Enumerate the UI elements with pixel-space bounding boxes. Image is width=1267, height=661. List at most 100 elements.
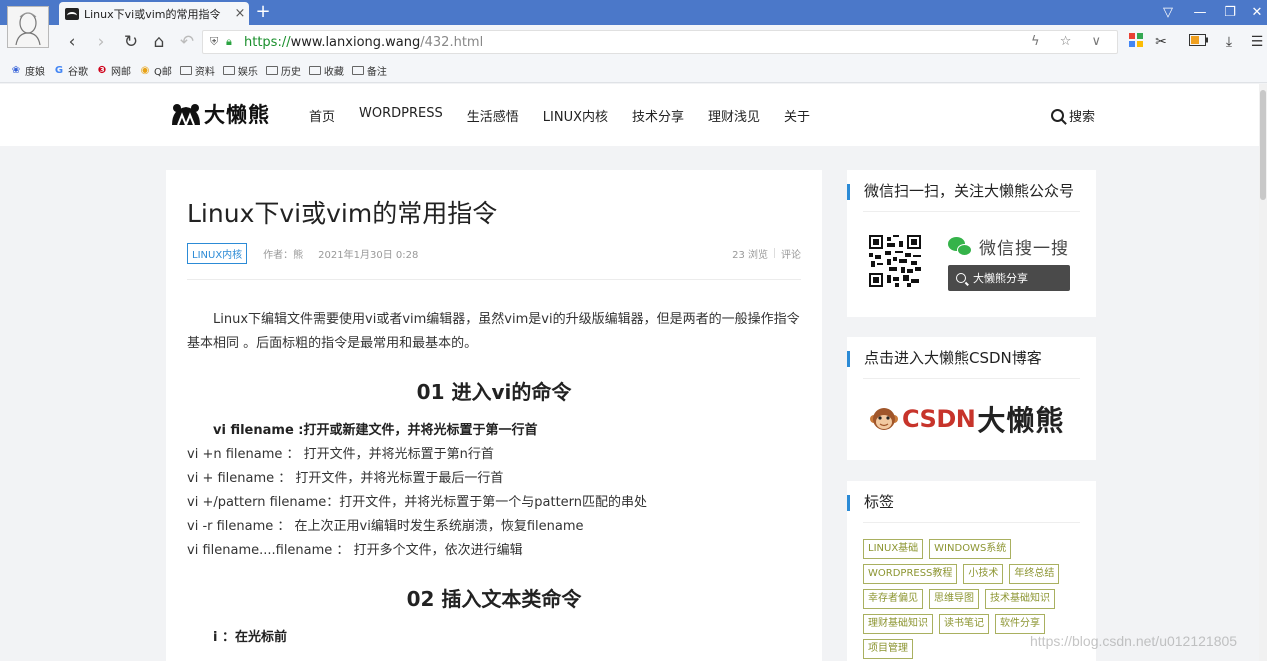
- new-tab-button[interactable]: +: [254, 3, 272, 21]
- home-button[interactable]: ⌂: [147, 30, 171, 54]
- bear-logo-icon: [172, 104, 200, 127]
- bookmark-folder[interactable]: 备注: [351, 63, 387, 78]
- tag-item[interactable]: 技术基础知识: [985, 589, 1055, 609]
- nav-item-wordpress[interactable]: WORDPRESS: [359, 106, 443, 125]
- forward-button[interactable]: ›: [89, 30, 113, 54]
- browser-tab[interactable]: Linux下vi或vim的常用指令 ×: [59, 2, 249, 25]
- apps-icon[interactable]: [1127, 33, 1145, 51]
- minimize-button[interactable]: —: [1185, 3, 1215, 23]
- widget-title: 标签: [847, 481, 1080, 523]
- bookmark-folder[interactable]: 资料: [179, 63, 215, 78]
- nav-item-home[interactable]: 首页: [309, 106, 335, 125]
- section-heading: 02 插入文本类命令: [406, 587, 582, 611]
- nav-item-about[interactable]: 关于: [784, 106, 810, 125]
- battery-icon[interactable]: [1188, 33, 1210, 51]
- bookmark-folder[interactable]: 收藏: [308, 63, 344, 78]
- browser-menu-icon[interactable]: ▽: [1153, 3, 1183, 23]
- monkey-icon: [870, 408, 898, 430]
- search-button[interactable]: 搜索: [1051, 106, 1095, 125]
- nav-item-life[interactable]: 生活感悟: [467, 106, 519, 125]
- avatar-sketch-icon: [15, 12, 41, 45]
- chrome-icon: ◉: [140, 64, 150, 76]
- site-logo[interactable]: 大懒熊: [170, 99, 270, 129]
- qr-code-icon[interactable]: [869, 235, 921, 287]
- user-avatar[interactable]: [7, 6, 49, 48]
- bookmark-item[interactable]: ❀ 度娘: [10, 63, 45, 79]
- bookmark-item[interactable]: ❸ 网邮: [96, 63, 131, 79]
- article-meta: LINUX内核 作者：熊 2021年1月30日 0:28 23 浏览 评论: [187, 242, 801, 264]
- back-button[interactable]: ‹: [60, 30, 84, 54]
- bookmark-item[interactable]: ◉ Q邮: [139, 63, 172, 79]
- command-line: vi filename....filename ： 打开多个文件，依次进行编辑: [187, 543, 523, 558]
- folder-icon: [265, 66, 278, 75]
- tab-close-icon[interactable]: ×: [231, 6, 249, 21]
- paw-icon: ❀: [11, 64, 21, 76]
- tag-item[interactable]: 幸存者偏见: [863, 589, 923, 609]
- nav-item-linux[interactable]: LINUX内核: [543, 106, 608, 125]
- mail-icon: ❸: [97, 64, 107, 76]
- google-icon: G: [54, 64, 64, 76]
- view-count: 23 浏览: [732, 249, 768, 261]
- bookmark-item[interactable]: G 谷歌: [53, 63, 88, 79]
- folder-icon: [351, 66, 364, 75]
- undo-close-tab-button[interactable]: ↶: [175, 30, 199, 54]
- wechat-widget: 微信扫一扫，关注大懒熊公众号 微信搜一搜 大懒熊分享: [847, 170, 1096, 317]
- article-card: Linux下vi或vim的常用指令 LINUX内核 作者：熊 2021年1月30…: [166, 170, 822, 661]
- scrollbar-thumb[interactable]: [1260, 90, 1266, 200]
- restore-button[interactable]: ❐: [1215, 3, 1245, 23]
- csdn-blogger-name: 大懒熊: [977, 404, 1065, 437]
- title-divider: [187, 279, 801, 280]
- csdn-widget: 点击进入大懒熊CSDN博客 CSDN 大懒熊: [847, 337, 1096, 460]
- download-icon[interactable]: ⤓: [1220, 33, 1238, 51]
- comments-link[interactable]: 评论: [781, 246, 801, 261]
- nav-item-finance[interactable]: 理财浅见: [708, 106, 760, 125]
- csdn-banner[interactable]: CSDN 大懒熊: [869, 399, 1064, 439]
- command-line: vi +/pattern filename：打开文件，并将光标置于第一个与pat…: [187, 495, 648, 510]
- shield-icon[interactable]: ⛨: [210, 35, 224, 49]
- search-icon: [1051, 109, 1064, 122]
- screenshot-scissors-icon[interactable]: ✂: [1152, 33, 1170, 51]
- browser-titlebar: Linux下vi或vim的常用指令 × + ▽ — ❐ ✕: [0, 0, 1267, 25]
- command-line: vi +n filename ： 打开文件，并将光标置于第n行首: [187, 447, 494, 462]
- site-header: 大懒熊 首页 WORDPRESS 生活感悟 LINUX内核 技术分享 理财浅见 …: [0, 84, 1267, 146]
- tag-item[interactable]: 年终总结: [1009, 564, 1060, 584]
- tag-item[interactable]: 软件分享: [995, 614, 1045, 634]
- main-nav: 首页 WORDPRESS 生活感悟 LINUX内核 技术分享 理财浅见 关于: [309, 106, 834, 125]
- wechat-icon: [948, 236, 972, 257]
- tag-item[interactable]: WORDPRESS教程: [863, 564, 958, 584]
- close-window-button[interactable]: ✕: [1242, 3, 1267, 23]
- command-line: vi -r filename ： 在上次正用vi编辑时发生系统崩溃，恢复file…: [187, 519, 584, 534]
- bookmark-folder[interactable]: 娱乐: [222, 63, 258, 78]
- url-actions-icons[interactable]: ϟ ☆ ∨: [1031, 34, 1109, 49]
- tag-item[interactable]: LINUX基础: [863, 539, 924, 559]
- folder-icon: [222, 66, 235, 75]
- meta-divider: [774, 248, 775, 258]
- menu-icon[interactable]: ☰: [1248, 33, 1266, 51]
- reload-button[interactable]: ↻: [119, 30, 143, 54]
- tag-item[interactable]: 读书笔记: [939, 614, 989, 634]
- search-icon: [956, 273, 966, 283]
- folder-icon: [308, 66, 321, 75]
- widget-title: 微信扫一扫，关注大懒熊公众号: [847, 170, 1080, 212]
- tag-item[interactable]: WINDOWS系统: [929, 539, 1012, 559]
- tag-item[interactable]: 理财基础知识: [863, 614, 933, 634]
- tag-item[interactable]: 思维导图: [929, 589, 979, 609]
- nav-item-tech[interactable]: 技术分享: [632, 106, 684, 125]
- wechat-search-box[interactable]: 大懒熊分享: [948, 265, 1070, 291]
- article-author: 作者：熊: [263, 249, 304, 261]
- tag-item[interactable]: 小技术: [963, 564, 1004, 584]
- command-line: vi + filename ： 打开文件，并将光标置于最后一行首: [187, 471, 504, 486]
- watermark: https://blog.csdn.net/u012121805: [1030, 633, 1238, 649]
- page-scrollbar[interactable]: [1259, 84, 1267, 661]
- tab-title: Linux下vi或vim的常用指令: [84, 7, 221, 21]
- command-bold: i ：在光标前: [213, 630, 287, 645]
- article-date: 2021年1月30日 0:28: [318, 249, 419, 261]
- address-bar[interactable]: ⛨ 🔒︎ https://www.lanxiong.wang/432.html …: [202, 30, 1118, 54]
- tag-item[interactable]: 项目管理: [863, 639, 913, 659]
- url-text[interactable]: https://www.lanxiong.wang/432.html: [244, 35, 483, 50]
- bookmark-folder[interactable]: 历史: [265, 63, 301, 78]
- category-badge[interactable]: LINUX内核: [187, 242, 248, 264]
- csdn-brand: CSDN: [902, 405, 976, 433]
- lock-icon[interactable]: 🔒︎: [226, 35, 238, 49]
- command-bold: vi filename :打开或新建文件，并将光标置于第一行首: [213, 423, 538, 438]
